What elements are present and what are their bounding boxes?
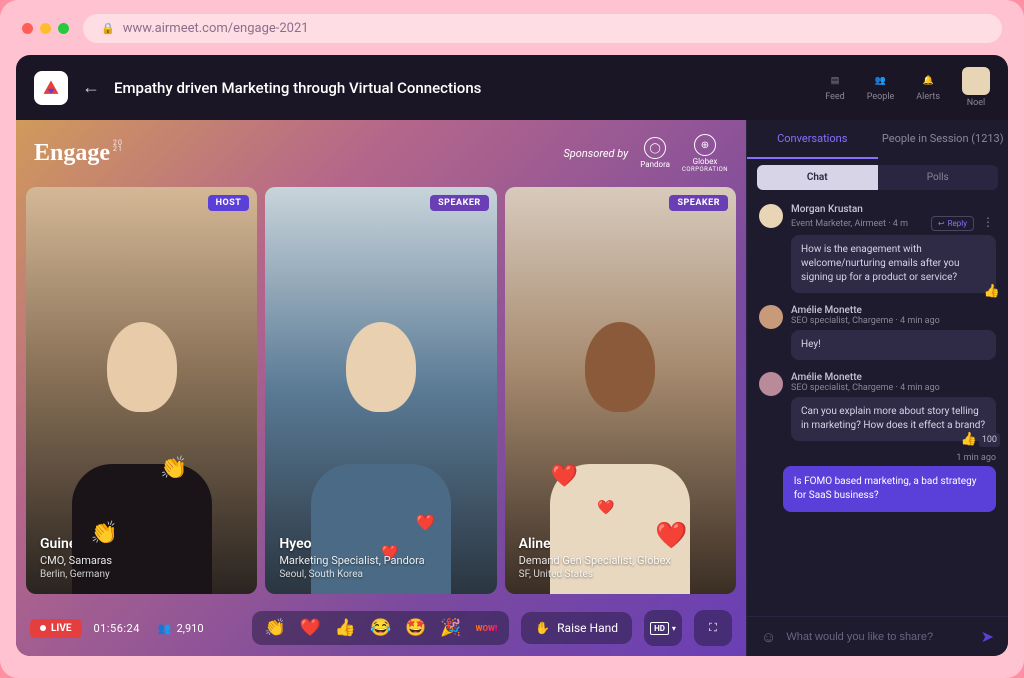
maximize-window-button[interactable] [58, 23, 69, 34]
reply-button[interactable]: ↩Reply [931, 216, 974, 231]
sidebar-tabs: Conversations People in Session (1213) [747, 120, 1008, 159]
browser-chrome: 🔒 www.airmeet.com/engage-2021 [16, 14, 1008, 43]
sponsor-bar: Sponsored by ◯ Pandora ⊕ Globex CORPORAT… [563, 134, 728, 173]
url-text: www.airmeet.com/engage-2021 [123, 21, 309, 36]
app-body: Engage2021 Sponsored by ◯ Pandora ⊕ Glob… [16, 120, 1008, 656]
own-message: 1 min ago Is FOMO based marketing, a bad… [783, 453, 996, 512]
nav-alerts[interactable]: 🔔 Alerts [916, 73, 940, 102]
sidebar-subtabs: Chat Polls [747, 159, 1008, 196]
sponsor-pandora: ◯ Pandora [640, 137, 670, 170]
chat-input-bar: ☺ ➤ [747, 616, 1008, 656]
lock-icon: 🔒 [101, 22, 115, 35]
send-icon[interactable]: ➤ [981, 627, 994, 646]
chat-input[interactable] [786, 631, 970, 643]
url-bar[interactable]: 🔒 www.airmeet.com/engage-2021 [83, 14, 1002, 43]
people-icon: 👥 [158, 622, 172, 635]
back-arrow-icon[interactable]: ← [82, 77, 100, 98]
role-badge-speaker: SPEAKER [669, 195, 728, 211]
nav-profile[interactable]: Noel [962, 67, 990, 108]
hd-toggle-button[interactable]: HD ▾ [644, 610, 682, 646]
chat-message: Amélie Monette SEO specialist, Chargeme … [759, 305, 996, 360]
message-bubble: How is the enagement with welcome/nurtur… [791, 235, 996, 293]
reaction-bar: 👏 ❤️ 👍 😂 🤩 🎉 WOW! [252, 611, 509, 645]
subtab-chat[interactable]: Chat [757, 165, 878, 190]
chat-list[interactable]: Morgan Krustan Event Marketer, Airmeet ·… [747, 196, 1008, 616]
stage-footer: LIVE 01:56:24 👥 2,910 👏 ❤️ 👍 😂 🤩 🎉 [16, 600, 746, 656]
fullscreen-button[interactable]: ⛶ [694, 610, 732, 646]
speaker-card-1[interactable]: SPEAKER ❤️ ❤️ Hyeon Chin-Hae Marketing S… [265, 187, 496, 594]
app-header: ← Empathy driven Marketing through Virtu… [16, 55, 1008, 120]
airmeet-logo[interactable] [34, 71, 68, 105]
role-badge-host: HOST [208, 195, 250, 211]
tab-conversations[interactable]: Conversations [747, 120, 878, 159]
emoji-picker-icon[interactable]: ☺ [761, 628, 776, 646]
reply-icon: ↩ [938, 219, 945, 228]
speaker-card-host[interactable]: HOST 👏 👏 Guinevere Frazier CMO, Samaras … [26, 187, 257, 594]
avatar [759, 305, 783, 329]
message-bubble: Can you explain more about story telling… [791, 397, 996, 441]
speaker-grid: HOST 👏 👏 Guinevere Frazier CMO, Samaras … [16, 181, 746, 600]
nav-feed[interactable]: ▤ Feed [825, 73, 845, 102]
bell-icon: 🔔 [920, 73, 936, 89]
more-icon[interactable]: ⋮ [980, 215, 996, 229]
avatar [759, 372, 783, 396]
reaction-wow[interactable]: WOW! [476, 624, 498, 633]
subtab-polls[interactable]: Polls [878, 165, 999, 190]
reaction-heart[interactable]: ❤️ [300, 618, 321, 638]
own-message-bubble: Is FOMO based marketing, a bad strategy … [783, 466, 996, 512]
browser-frame: 🔒 www.airmeet.com/engage-2021 ← Empathy … [0, 0, 1024, 678]
header-nav: ▤ Feed 👥 People 🔔 Alerts Noel [825, 67, 990, 108]
close-window-button[interactable] [22, 23, 33, 34]
session-title: Empathy driven Marketing through Virtual… [114, 79, 481, 97]
sidebar: Conversations People in Session (1213) C… [746, 120, 1008, 656]
speaker-card-2[interactable]: SPEAKER ❤️ ❤️ ❤️ Aline Richard Demand Ge… [505, 187, 736, 594]
chevron-down-icon: ▾ [672, 624, 676, 633]
nav-people[interactable]: 👥 People [867, 73, 895, 102]
message-reaction[interactable]: 👍100 [961, 431, 1000, 449]
reaction-thumbsup[interactable]: 👍 [335, 618, 356, 638]
sponsor-globex: ⊕ Globex CORPORATION [682, 134, 728, 173]
reaction-party[interactable]: 🎉 [440, 618, 461, 638]
tab-people-in-session[interactable]: People in Session (1213) [878, 120, 1009, 159]
message-reaction[interactable]: 👍 [984, 283, 1000, 301]
session-time: 01:56:24 [94, 622, 140, 635]
message-bubble: Hey! [791, 330, 996, 360]
people-icon: 👥 [873, 73, 889, 89]
window-controls [22, 23, 69, 34]
reaction-star-eyes[interactable]: 🤩 [405, 618, 426, 638]
reaction-laugh[interactable]: 😂 [370, 618, 391, 638]
stage-header: Engage2021 Sponsored by ◯ Pandora ⊕ Glob… [16, 120, 746, 181]
hand-icon: ✋ [535, 621, 550, 635]
chat-message: Morgan Krustan Event Marketer, Airmeet ·… [759, 204, 996, 293]
pandora-icon: ◯ [644, 137, 666, 159]
expand-icon: ⛶ [709, 621, 717, 635]
globe-icon: ⊕ [694, 134, 716, 156]
raise-hand-button[interactable]: ✋ Raise Hand [521, 612, 632, 644]
engage-brand: Engage2021 [34, 140, 123, 167]
viewer-count: 👥 2,910 [158, 622, 204, 635]
feed-icon: ▤ [827, 73, 843, 89]
chat-message: Amélie Monette SEO specialist, Chargeme … [759, 372, 996, 441]
role-badge-speaker: SPEAKER [430, 195, 489, 211]
user-avatar [962, 67, 990, 95]
stage: Engage2021 Sponsored by ◯ Pandora ⊕ Glob… [16, 120, 746, 656]
avatar [759, 204, 783, 228]
live-indicator: LIVE [30, 619, 82, 638]
minimize-window-button[interactable] [40, 23, 51, 34]
reaction-clap[interactable]: 👏 [264, 618, 285, 638]
app-window: ← Empathy driven Marketing through Virtu… [16, 55, 1008, 656]
live-dot-icon [40, 625, 46, 631]
